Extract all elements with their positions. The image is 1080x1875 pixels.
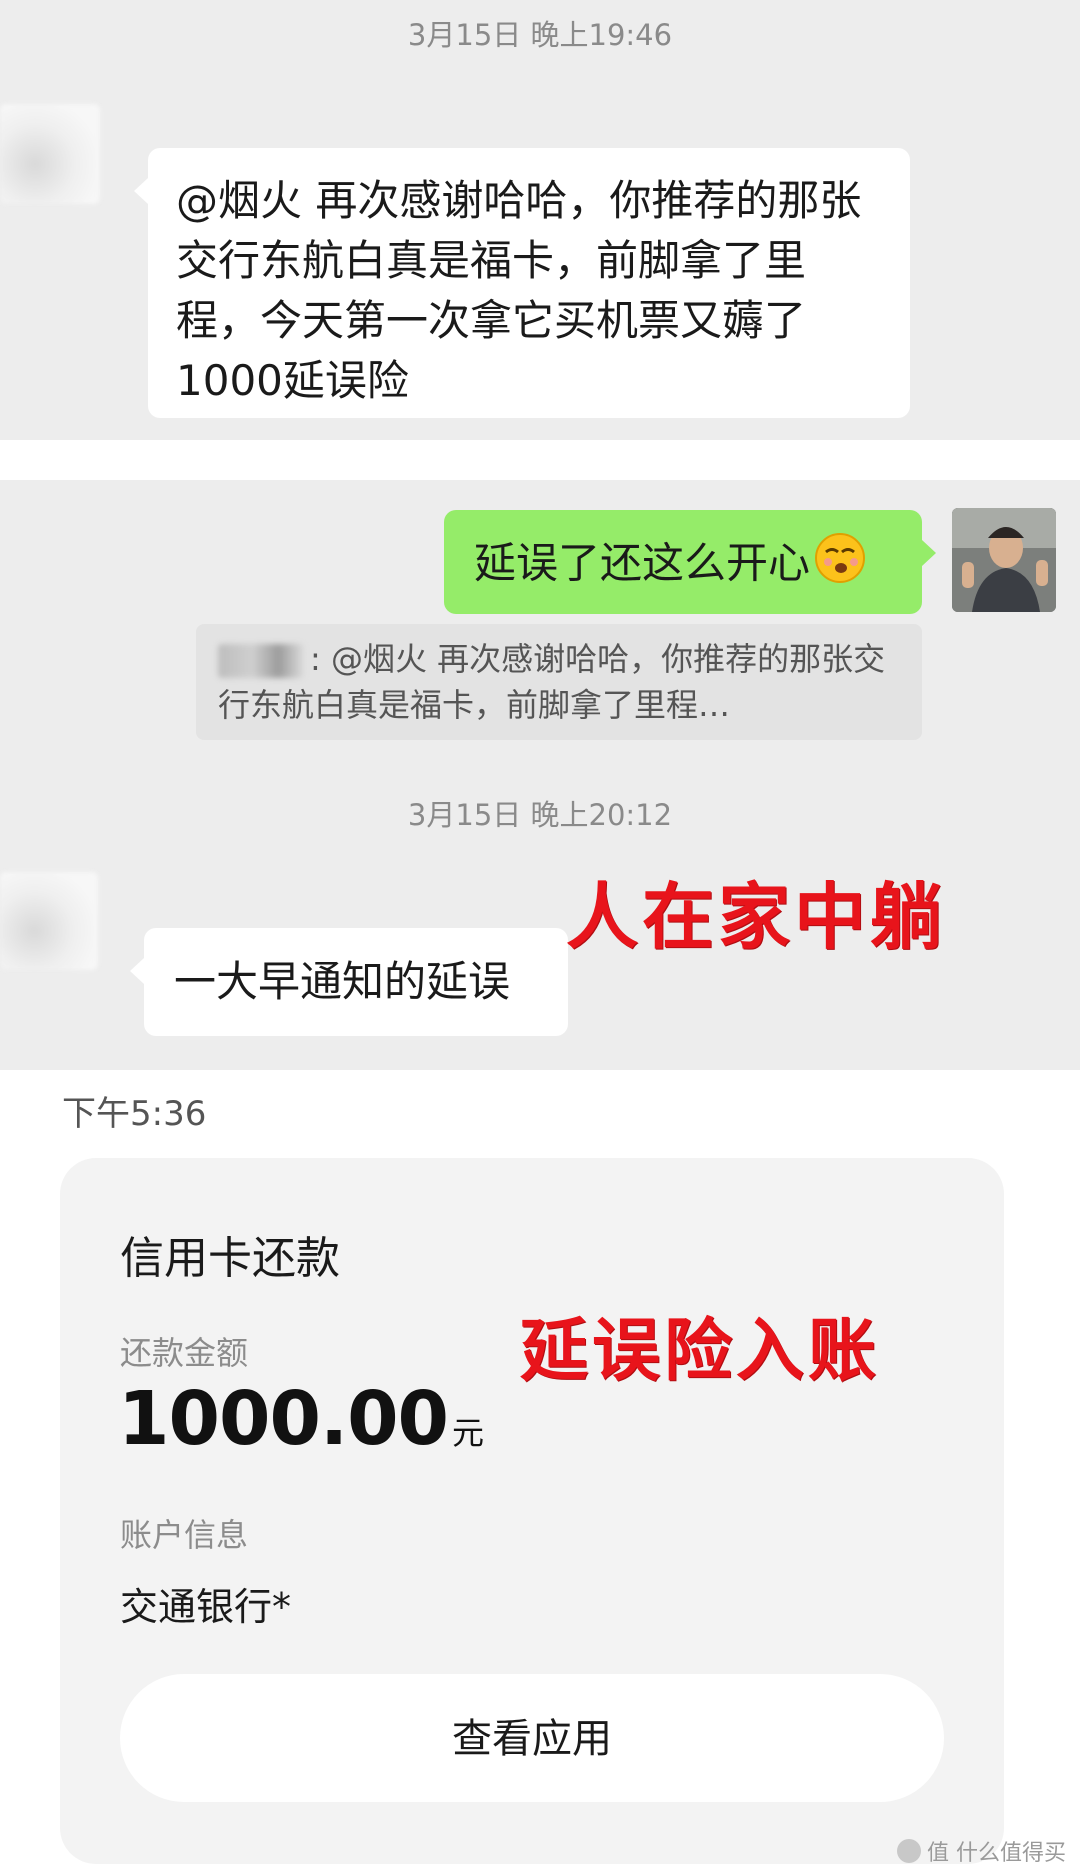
notification-time: 下午5:36: [62, 1094, 207, 1134]
message-text: 一大早通知的延误: [174, 957, 511, 1006]
chat-timestamp: 3月15日 晚上19:46: [407, 18, 673, 52]
person-icon: [952, 508, 1056, 612]
quoted-message[interactable]: : @烟火 再次感谢哈哈，你推荐的那张交行东航白真是福卡，前脚拿了里程…: [196, 624, 922, 740]
incoming-message[interactable]: 一大早通知的延误: [130, 928, 568, 1036]
chat-timestamp: 3月15日 晚上20:12: [407, 798, 673, 832]
card-title: 信用卡还款: [120, 1233, 340, 1284]
amount-number: 1000.00: [118, 1376, 449, 1462]
watermark-logo-icon: [897, 1839, 921, 1863]
watermark-text: 值 什么值得买: [927, 1841, 1066, 1866]
view-app-button[interactable]: 查看应用: [120, 1674, 944, 1802]
annotation-text: 人在家中躺: [566, 874, 947, 959]
message-text: 延误了还这么开心: [474, 538, 811, 588]
amount-unit: 元: [452, 1414, 485, 1452]
watermark: 值 什么值得买: [897, 1835, 1066, 1867]
sender-avatar[interactable]: [0, 104, 100, 204]
account-label: 账户信息: [120, 1516, 249, 1554]
annotation-text: 延误险入账: [520, 1311, 881, 1391]
account-value: 交通银行*: [120, 1585, 292, 1629]
self-avatar[interactable]: [952, 508, 1056, 612]
quote-text: : @烟火 再次感谢哈哈，你推荐的那张交行东航白真是福卡，前脚拿了里程…: [218, 640, 886, 724]
chat-panel-2: 延误了还这么开心 : @烟火 再次感谢哈哈，你推荐的那张交行东航白真是福卡，前脚…: [0, 480, 1080, 1070]
quoted-sender-blurred: [218, 644, 304, 678]
repayment-card[interactable]: 信用卡还款 还款金额 1000.00 元 账户信息 交通银行* 延误险入账 查看应…: [60, 1158, 1004, 1864]
message-text: @烟火 再次感谢哈哈，你推荐的那张交行东航白真是福卡，前脚拿了里程，今天第一次拿…: [176, 176, 862, 405]
smirk-emoji-icon: [814, 532, 866, 600]
outgoing-message[interactable]: 延误了还这么开心: [444, 510, 936, 614]
incoming-message[interactable]: @烟火 再次感谢哈哈，你推荐的那张交行东航白真是福卡，前脚拿了里程，今天第一次拿…: [134, 148, 910, 418]
chat-panel-1: 3月15日 晚上19:46 @烟火 再次感谢哈哈，你推荐的那张交行东航白真是福卡…: [0, 0, 1080, 440]
amount-value: 1000.00 元: [118, 1376, 484, 1462]
amount-label: 还款金额: [120, 1334, 249, 1372]
sender-avatar[interactable]: [0, 872, 98, 970]
